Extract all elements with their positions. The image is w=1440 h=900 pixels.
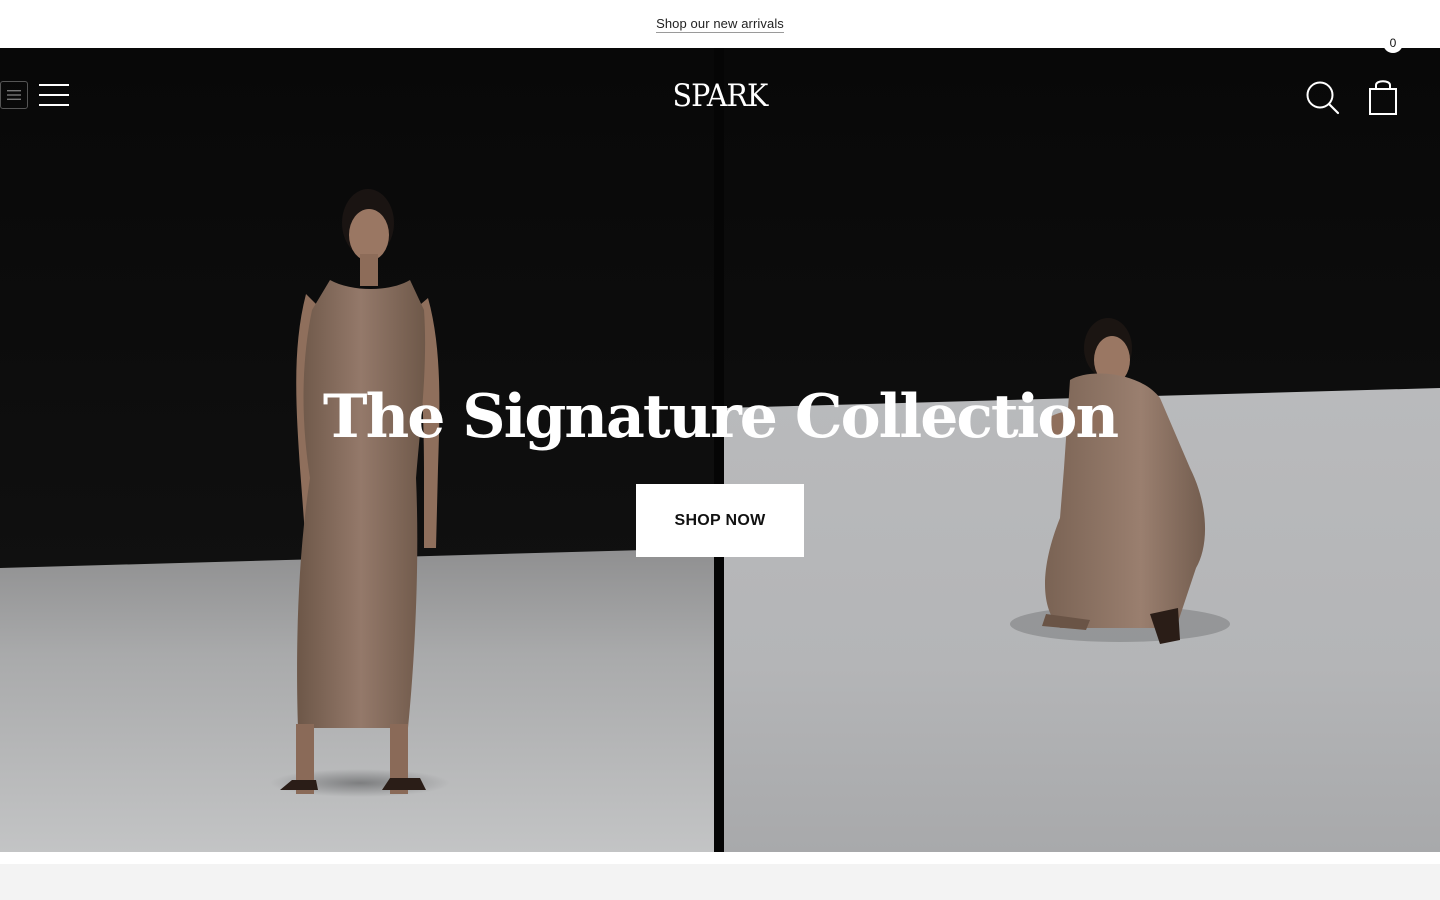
cart-count-badge: 0	[1383, 33, 1403, 53]
search-button[interactable]	[1302, 77, 1342, 117]
shopping-bag-icon	[1369, 80, 1397, 115]
menu-button[interactable]	[36, 78, 72, 112]
cart-button[interactable]	[1364, 77, 1408, 117]
announcement-bar: Shop our new arrivals	[0, 0, 1440, 48]
hero-title: The Signature Collection	[322, 382, 1119, 452]
site-header: SPARK	[0, 48, 1440, 144]
shop-now-button[interactable]: SHOP NOW	[636, 484, 804, 557]
list-icon	[7, 90, 21, 100]
section-divider	[0, 852, 1440, 864]
announcement-link[interactable]: Shop our new arrivals	[656, 16, 784, 33]
menu-toggle-small[interactable]	[0, 81, 28, 109]
site-logo[interactable]: SPARK	[628, 74, 812, 118]
hamburger-icon	[39, 84, 69, 106]
search-icon	[1306, 81, 1340, 115]
